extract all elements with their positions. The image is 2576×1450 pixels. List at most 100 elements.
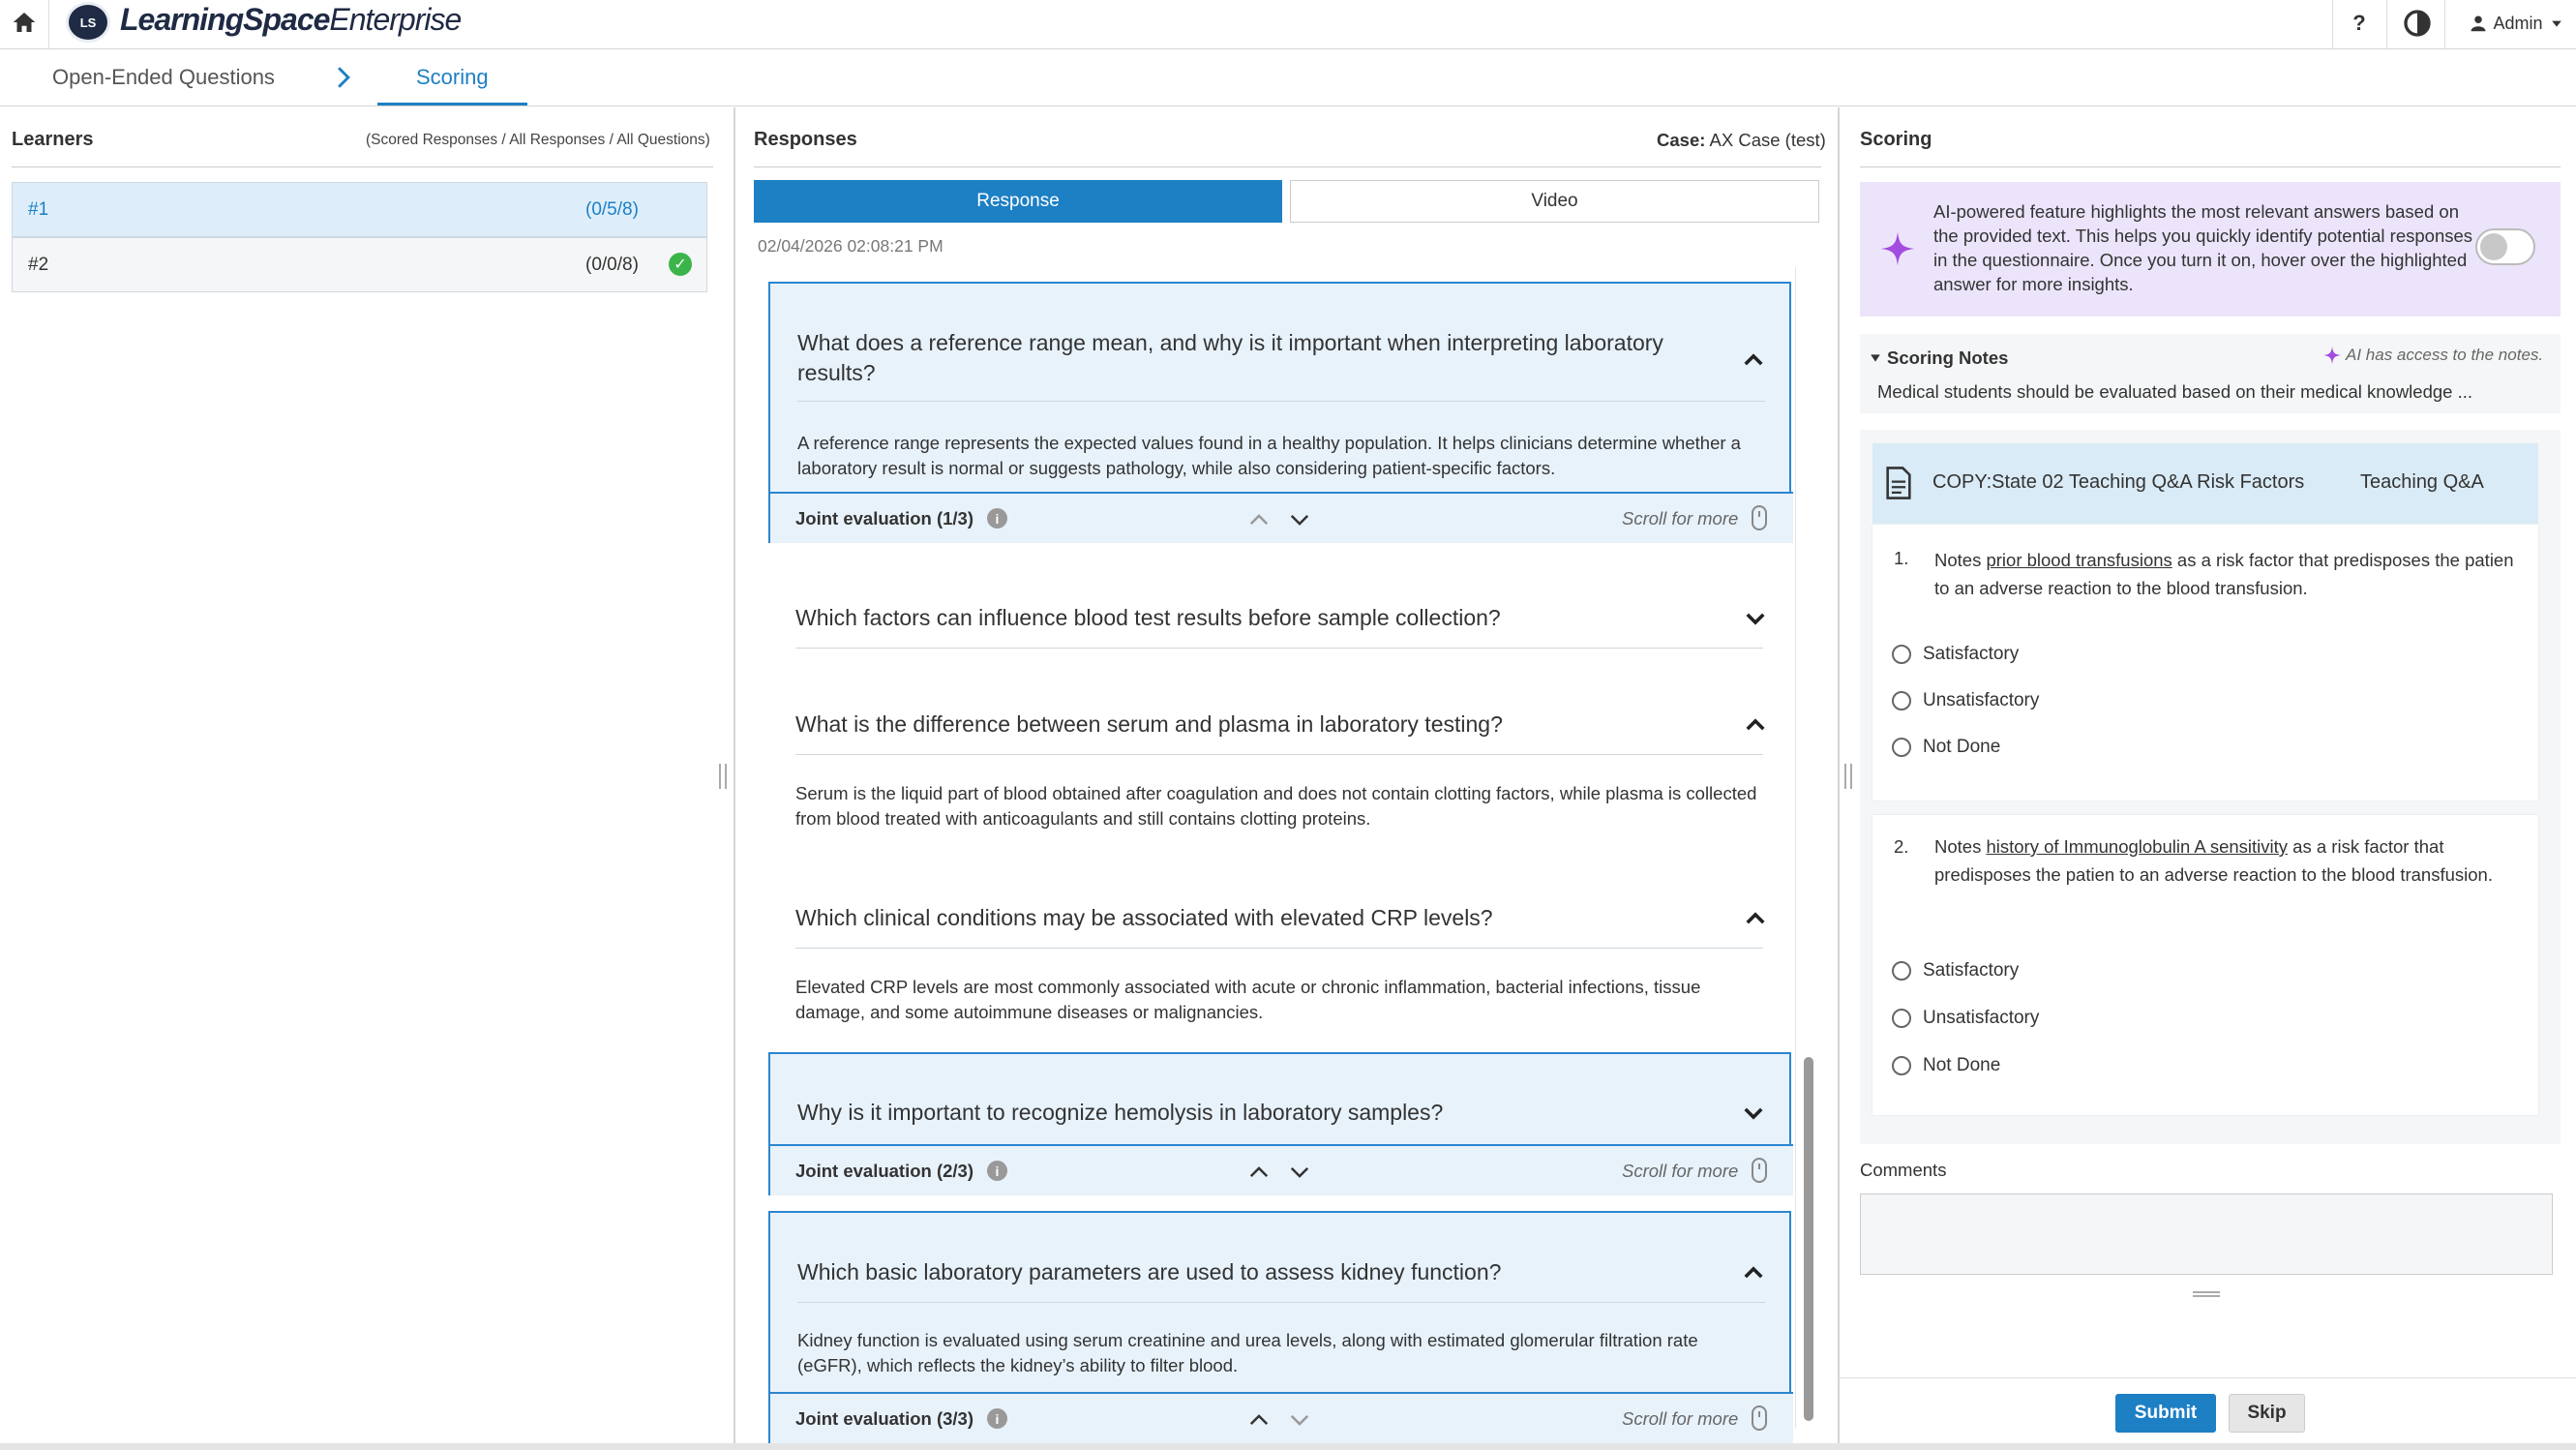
radio-circle (1892, 645, 1911, 664)
divider (797, 401, 1765, 402)
scoring-item-header: COPY:State 02 Teaching Q&A Risk Factors … (1872, 443, 2538, 525)
question-answer: A reference range represents the expecte… (797, 433, 1741, 478)
chevron-up-icon[interactable] (1248, 1409, 1270, 1431)
learner-id: #2 (28, 254, 49, 275)
chevron-up-icon[interactable] (1743, 349, 1764, 371)
criterion-prefix: Notes (1934, 836, 1987, 857)
info-icon[interactable]: i (987, 1408, 1007, 1429)
resize-grip-icon[interactable] (2193, 1291, 2220, 1297)
ai-notes-indicator: AI has access to the notes. (2322, 346, 2543, 365)
active-tab-indicator (377, 103, 527, 106)
info-icon[interactable]: i (987, 1161, 1007, 1181)
resize-handle[interactable] (1844, 764, 1852, 789)
scoring-criterion-card: 2. Notes history of Immunoglobulin A sen… (1872, 815, 2538, 1115)
question-title: Why is it important to recognize hemolys… (797, 1100, 1444, 1125)
case-info: Case: AX Case (test) (1657, 130, 1826, 151)
mouse-scroll-icon (1752, 1158, 1767, 1183)
tab-scoring[interactable]: Scoring (416, 65, 489, 90)
home-icon[interactable] (10, 8, 39, 37)
breadcrumb-nav: Open-Ended Questions Scoring (0, 49, 2576, 106)
joint-evaluation-bar: Joint evaluation (1/3) i Scroll for more (770, 492, 1793, 543)
chevron-up-icon[interactable] (1743, 1262, 1764, 1284)
responses-title: Responses (754, 129, 857, 150)
scrollbar[interactable] (1804, 1057, 1813, 1421)
chevron-up-icon[interactable] (1248, 1162, 1270, 1183)
learner-score: (0/0/8) (585, 254, 639, 275)
chevron-up-icon[interactable] (1745, 714, 1766, 736)
chevron-down-icon[interactable] (1289, 1409, 1310, 1431)
criterion-text: Notes history of Immunoglobulin A sensit… (1934, 832, 2515, 889)
scoring-notes-text: Medical students should be evaluated bas… (1877, 381, 2472, 402)
radio-circle (1892, 961, 1911, 981)
divider (1860, 166, 2561, 167)
not-done-radio[interactable]: Not Done (1892, 737, 2000, 758)
criterion-highlight-link[interactable]: history of Immunoglobulin A sensitivity (1986, 836, 2288, 857)
unsatisfactory-radio[interactable]: Unsatisfactory (1892, 1008, 2039, 1029)
chevron-up-icon[interactable] (1248, 509, 1270, 530)
panel-divider (1838, 107, 1840, 1443)
user-menu[interactable]: Admin (2458, 8, 2574, 39)
brand-bold: LearningSpace (120, 2, 330, 37)
chevron-down-icon[interactable] (1745, 608, 1766, 629)
satisfactory-radio[interactable]: Satisfactory (1892, 960, 2019, 982)
divider (795, 754, 1763, 755)
ai-feature-description: AI-powered feature highlights the most r… (1933, 201, 2473, 294)
response-toggle-button[interactable]: Response (754, 180, 1282, 223)
check-circle-icon: ✓ (669, 253, 692, 276)
radio-circle (1892, 738, 1911, 757)
chevron-down-icon[interactable] (1289, 509, 1310, 530)
radio-circle (1892, 1009, 1911, 1028)
learner-row[interactable]: #1 (0/5/8) (12, 182, 707, 237)
divider (48, 0, 49, 48)
logo-initials: LS (79, 15, 97, 30)
question-answer: Elevated CRP levels are most commonly as… (795, 977, 1701, 1022)
divider (795, 648, 1763, 649)
scoring-criterion-card: 1. Notes prior blood transfusions as a r… (1872, 525, 2538, 801)
scoring-item-title: COPY:State 02 Teaching Q&A Risk Factors (1932, 471, 2305, 493)
mouse-scroll-icon (1752, 505, 1767, 530)
radio-circle (1892, 1056, 1911, 1075)
ai-toggle-switch[interactable] (2475, 228, 2535, 265)
tab-open-ended-questions[interactable]: Open-Ended Questions (52, 65, 275, 90)
question-card: Which clinical conditions may be associa… (768, 881, 1791, 1036)
learners-legend: (Scored Responses / All Responses / All … (366, 132, 710, 148)
info-icon[interactable]: i (987, 508, 1007, 529)
comments-textarea[interactable] (1860, 1193, 2553, 1275)
not-done-radio[interactable]: Not Done (1892, 1055, 2000, 1076)
brand-light: Enterprise (329, 2, 462, 37)
top-header: LS LearningSpaceEnterprise ? Admin (0, 0, 2576, 49)
video-toggle-button[interactable]: Video (1290, 180, 1819, 223)
joint-evaluation-label: Joint evaluation (3/3) (795, 1408, 974, 1429)
panel-divider (734, 107, 735, 1443)
learner-score: (0/5/8) (585, 198, 639, 220)
radio-label: Unsatisfactory (1923, 690, 2040, 710)
scoring-notes-toggle[interactable]: Scoring Notes (1870, 347, 2008, 369)
resize-handle[interactable] (719, 764, 727, 789)
ai-notes-label: AI has access to the notes. (2346, 346, 2544, 364)
chevron-down-icon[interactable] (1289, 1162, 1310, 1183)
chevron-up-icon[interactable] (1745, 908, 1766, 929)
question-answer: Kidney function is evaluated using serum… (797, 1330, 1698, 1375)
submit-button[interactable]: Submit (2115, 1394, 2216, 1433)
criterion-text: Notes prior blood transfusions as a risk… (1934, 546, 2515, 602)
criterion-highlight-link[interactable]: prior blood transfusions (1986, 550, 2172, 570)
learners-title: Learners (12, 129, 94, 150)
question-title: What is the difference between serum and… (795, 711, 1503, 737)
radio-label: Not Done (1923, 1055, 2001, 1075)
contrast-icon[interactable] (2402, 8, 2433, 39)
unsatisfactory-radio[interactable]: Unsatisfactory (1892, 690, 2039, 711)
chevron-down-icon[interactable] (1743, 1103, 1764, 1124)
help-button[interactable]: ? (2342, 8, 2377, 39)
divider (795, 948, 1763, 949)
brand-name: LearningSpaceEnterprise (120, 2, 462, 38)
radio-label: Not Done (1923, 737, 2001, 757)
divider (2386, 0, 2387, 48)
satisfactory-radio[interactable]: Satisfactory (1892, 644, 2019, 665)
criterion-number: 2. (1894, 836, 1909, 857)
learner-row[interactable]: #2 (0/0/8) ✓ (12, 237, 707, 292)
question-title: Which factors can influence blood test r… (795, 605, 1501, 630)
criterion-number: 1. (1894, 548, 1909, 568)
skip-button[interactable]: Skip (2229, 1394, 2305, 1433)
question-title: Which clinical conditions may be associa… (795, 905, 1493, 930)
radio-label: Satisfactory (1923, 960, 2020, 981)
